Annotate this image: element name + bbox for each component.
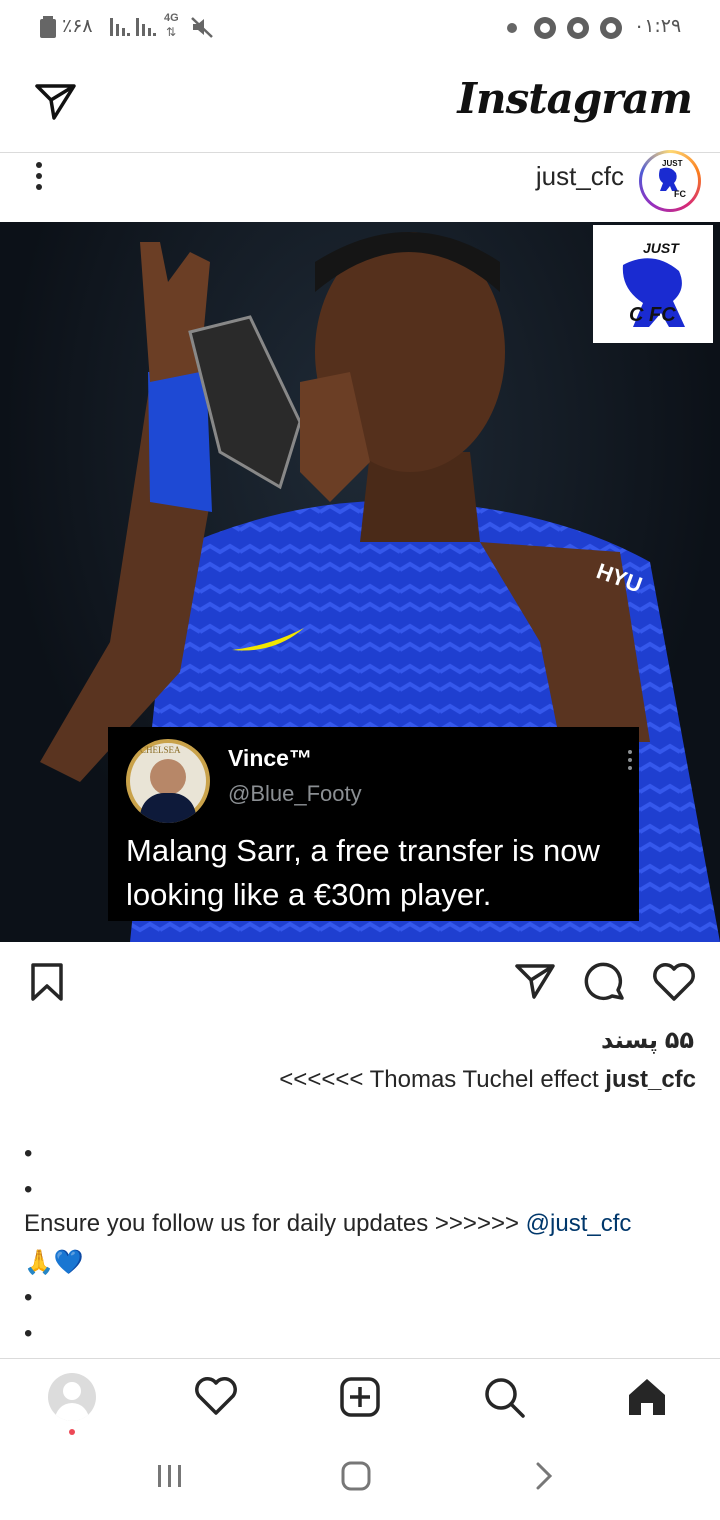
post-actions (0, 944, 720, 1024)
status-bar: ٪۶۸ 4G ⇅ ۰۱:۲۹ (0, 0, 720, 56)
chrome-icon (567, 17, 589, 39)
post-image[interactable]: HYU JUST C FC CHELSEA Vince™ @Blue_Footy… (0, 222, 720, 942)
mention-link[interactable]: @just_cfc (526, 1210, 632, 1237)
likes-count[interactable]: ۵۵ پسند (601, 1026, 694, 1055)
notification-dot-icon (507, 23, 517, 33)
caption-username[interactable]: just_cfc (605, 1066, 696, 1093)
avatar-text-bottom: FC (674, 189, 686, 199)
tweet-text: Malang Sarr, a free transfer is now look… (126, 833, 600, 912)
avatar[interactable]: JUST FC (639, 150, 701, 212)
caption-emojis: 🙏💙 (24, 1249, 84, 1276)
tweet-more-icon (628, 750, 632, 770)
notification-dot (69, 1429, 75, 1435)
chelsea-lion-icon: JUST FC (659, 159, 686, 199)
bottom-nav (0, 1358, 720, 1439)
post-caption: <<<<<< Thomas Tuchel effect just_cfc (279, 1066, 696, 1094)
back-icon[interactable] (534, 1462, 554, 1490)
battery-text: ٪۶۸ (62, 15, 93, 37)
battery-icon (40, 16, 56, 38)
corner-logo-bottom: C FC (629, 304, 676, 326)
nav-new-post-icon[interactable] (340, 1377, 380, 1417)
chrome-icon (534, 17, 556, 39)
app-header: Instagram (0, 56, 720, 153)
recent-apps-icon[interactable] (156, 1462, 184, 1490)
caption-bullet: • (24, 1284, 33, 1311)
follow-text: Ensure you follow us for daily updates >… (24, 1210, 519, 1237)
mute-icon (191, 17, 213, 38)
tweet-author-handle: @Blue_Footy (228, 781, 362, 806)
nav-home-icon[interactable] (626, 1377, 668, 1417)
signal-icon (110, 18, 156, 36)
post-header: just_cfc JUST FC (0, 150, 720, 221)
avatar-text-top: JUST (662, 159, 683, 168)
tweet-badge-text: CHELSEA (140, 745, 181, 755)
clock: ۰۱:۲۹ (634, 15, 682, 37)
corner-logo-top: JUST (643, 240, 680, 256)
paper-plane-icon[interactable] (34, 82, 78, 122)
nav-profile-avatar[interactable] (48, 1373, 96, 1421)
instagram-logo[interactable]: Instagram (457, 74, 693, 123)
bookmark-icon[interactable] (30, 962, 64, 1002)
caption-bullet: • (24, 1320, 33, 1347)
nav-activity-icon[interactable] (194, 1377, 238, 1417)
like-icon[interactable] (652, 962, 696, 1002)
home-button-icon[interactable] (341, 1461, 371, 1491)
caption-text: <<<<<< Thomas Tuchel effect (279, 1066, 599, 1093)
caption-bullet: • (24, 1140, 33, 1167)
just-cfc-watermark: JUST C FC (593, 225, 713, 343)
comment-icon[interactable] (584, 962, 626, 1004)
tweet-author-name: Vince™ (228, 745, 312, 771)
tweet-card: CHELSEA Vince™ @Blue_Footy Malang Sarr, … (108, 727, 639, 921)
chrome-icon (600, 17, 622, 39)
data-arrows-icon: ⇅ (166, 25, 177, 39)
nav-search-icon[interactable] (484, 1377, 526, 1419)
system-nav-bar (0, 1438, 720, 1520)
more-options-icon[interactable] (34, 161, 44, 193)
network-type: 4G (164, 12, 179, 24)
tweet-avatar: CHELSEA (126, 739, 210, 823)
share-icon[interactable] (514, 962, 556, 1002)
post-username[interactable]: just_cfc (536, 161, 624, 192)
caption-bullet: • (24, 1176, 33, 1203)
follow-line: Ensure you follow us for daily updates >… (24, 1210, 631, 1238)
